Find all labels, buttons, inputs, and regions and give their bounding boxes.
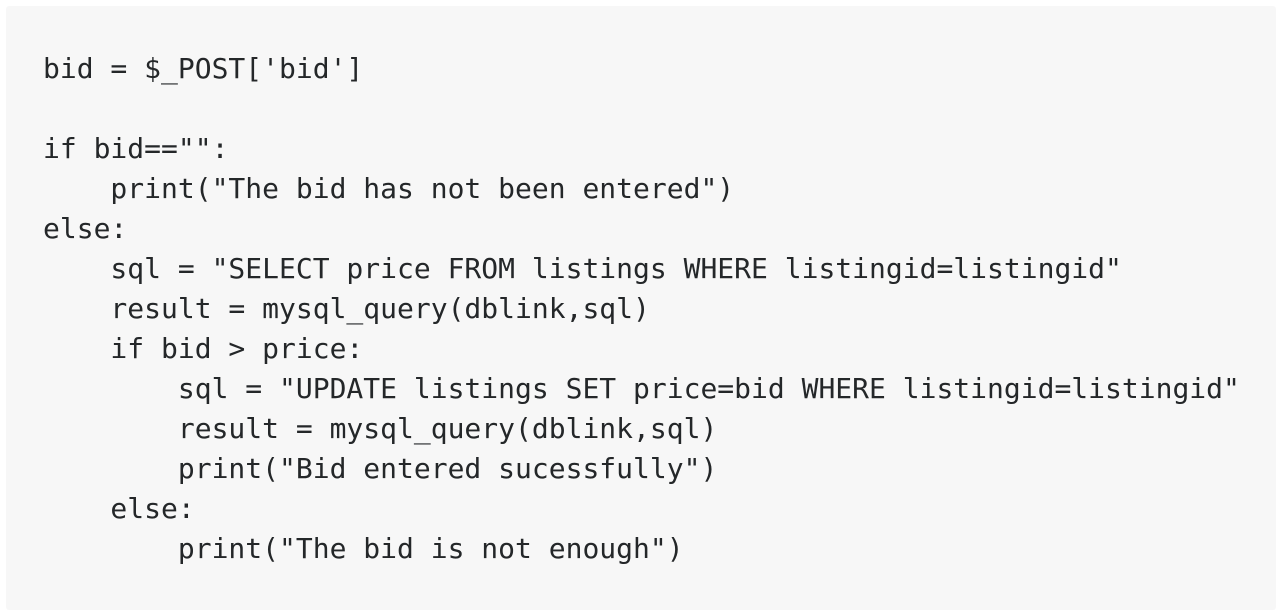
code-line: result = mysql_query(dblink,sql) xyxy=(43,292,650,325)
code-line: print("The bid is not enough") xyxy=(43,532,684,565)
code-line: result = mysql_query(dblink,sql) xyxy=(43,412,718,445)
code-line: print("The bid has not been entered") xyxy=(43,172,735,205)
code-line: print("Bid entered sucessfully") xyxy=(43,452,718,485)
code-line: else: xyxy=(43,212,128,245)
code-block[interactable]: bid = $_POST['bid'] if bid=="": print("T… xyxy=(6,6,1276,610)
code-line: else: xyxy=(43,492,195,525)
code-line: if bid > price: xyxy=(43,332,364,365)
code-line: bid = $_POST['bid'] xyxy=(43,52,364,85)
code-line: if bid=="": xyxy=(43,132,229,165)
code-line: sql = "UPDATE listings SET price=bid WHE… xyxy=(43,372,1240,405)
code-line: sql = "SELECT price FROM listings WHERE … xyxy=(43,252,1122,285)
